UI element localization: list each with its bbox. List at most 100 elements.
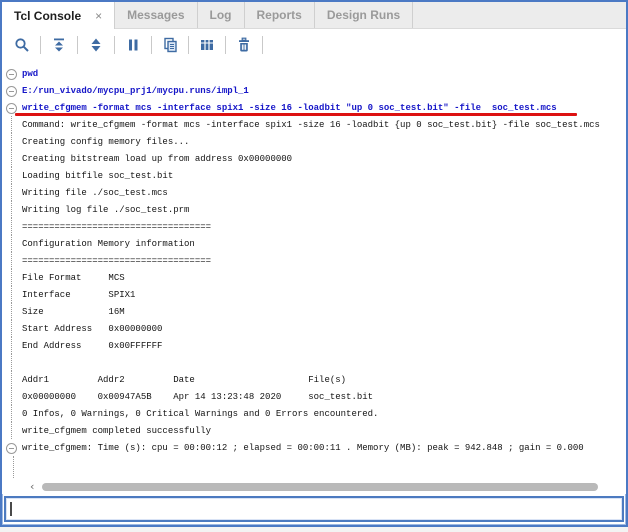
gutter-tree-line xyxy=(2,269,22,286)
console-line-text: Interface SPIX1 xyxy=(22,290,135,300)
toolbar-separator xyxy=(262,36,263,54)
gutter-tree-line xyxy=(2,133,22,150)
tab-tcl-console[interactable]: Tcl Console × xyxy=(2,2,115,29)
console-line: write_cfgmem: Time (s): cpu = 00:00:12 ;… xyxy=(2,439,626,456)
console-line: pwd xyxy=(2,65,626,82)
console-line xyxy=(2,354,626,371)
tab-bar: Tcl Console × Messages Log Reports Desig… xyxy=(2,2,626,29)
console-line-text: 0x00000000 0x00947A5B Apr 14 13:23:48 20… xyxy=(22,392,373,402)
gutter-tree-line xyxy=(2,201,22,218)
gutter-tree-line xyxy=(2,150,22,167)
console-toolbar xyxy=(2,29,626,60)
gutter-tree-line xyxy=(2,337,22,354)
collapse-toggle-icon[interactable] xyxy=(2,65,22,82)
queue-button[interactable] xyxy=(195,33,219,57)
trash-icon xyxy=(236,37,252,53)
console-line-text: 0 Infos, 0 Warnings, 0 Critical Warnings… xyxy=(22,409,378,419)
tcl-command-input-wrap xyxy=(4,496,624,522)
console-line-text: Configuration Memory information xyxy=(22,239,195,249)
tab-reports[interactable]: Reports xyxy=(245,2,315,28)
queue-table-icon xyxy=(199,37,215,53)
tab-label: Log xyxy=(210,8,232,22)
console-line: Creating config memory files... xyxy=(2,133,626,150)
console-output[interactable]: pwd E:/run_vivado/mycpu_prj1/mycpu.runs/i… xyxy=(2,60,626,494)
collapse-toggle-icon[interactable] xyxy=(2,439,22,456)
console-line: =================================== xyxy=(2,218,626,235)
scrollbar-thumb[interactable] xyxy=(42,483,598,491)
tab-messages[interactable]: Messages xyxy=(115,2,197,28)
toolbar-separator xyxy=(40,36,41,54)
search-button[interactable] xyxy=(10,33,34,57)
console-line-text: =================================== xyxy=(22,256,211,266)
toolbar-separator xyxy=(77,36,78,54)
console-line: E:/run_vivado/mycpu_prj1/mycpu.runs/impl… xyxy=(2,82,626,99)
console-line-text: Start Address 0x00000000 xyxy=(22,324,162,334)
close-icon[interactable]: × xyxy=(95,10,102,22)
expand-all-button[interactable] xyxy=(84,33,108,57)
gutter-tree-line xyxy=(2,116,22,133)
tab-log[interactable]: Log xyxy=(198,2,245,28)
pause-icon xyxy=(125,37,141,53)
tab-label: Messages xyxy=(127,8,184,22)
collapse-all-icon xyxy=(51,37,67,53)
tab-label: Reports xyxy=(257,8,302,22)
console-line: Writing file ./soc_test.mcs xyxy=(2,184,626,201)
tcl-command-input[interactable] xyxy=(12,498,622,520)
console-line: =================================== xyxy=(2,252,626,269)
toolbar-separator xyxy=(114,36,115,54)
console-line-text: End Address 0x00FFFFFF xyxy=(22,341,162,351)
gutter-tree-line xyxy=(2,371,22,388)
console-line-text: Addr1 Addr2 Date File(s) xyxy=(22,375,346,385)
console-line: Creating bitstream load up from address … xyxy=(2,150,626,167)
console-line: End Address 0x00FFFFFF xyxy=(2,337,626,354)
pause-button[interactable] xyxy=(121,33,145,57)
toolbar-separator xyxy=(188,36,189,54)
toolbar-separator xyxy=(225,36,226,54)
collapse-toggle-icon[interactable] xyxy=(2,82,22,99)
console-line-text: Creating bitstream load up from address … xyxy=(22,154,292,164)
red-underline-annotation xyxy=(15,113,577,116)
console-line-text: write_cfgmem -format mcs -interface spix… xyxy=(22,103,557,113)
search-icon xyxy=(14,37,30,53)
console-line: Writing log file ./soc_test.prm xyxy=(2,201,626,218)
copy-icon xyxy=(162,37,178,53)
expand-all-icon xyxy=(88,37,104,53)
console-line: Start Address 0x00000000 xyxy=(2,320,626,337)
gutter-tree-line xyxy=(2,184,22,201)
console-line: 0x00000000 0x00947A5B Apr 14 13:23:48 20… xyxy=(2,388,626,405)
console-line-text: write_cfgmem completed successfully xyxy=(22,426,211,436)
console-line: Command: write_cfgmem -format mcs -inter… xyxy=(2,116,626,133)
console-line-text: write_cfgmem: Time (s): cpu = 00:00:12 ;… xyxy=(22,443,584,453)
console-line-text: =================================== xyxy=(22,222,211,232)
gutter-tree-line xyxy=(2,303,22,320)
copy-button[interactable] xyxy=(158,33,182,57)
console-line-text: Command: write_cfgmem -format mcs -inter… xyxy=(22,120,600,130)
console-line: File Format MCS xyxy=(2,269,626,286)
gutter-tree-line xyxy=(2,320,22,337)
console-line-text: Writing log file ./soc_test.prm xyxy=(22,205,189,215)
tab-design-runs[interactable]: Design Runs xyxy=(315,2,413,28)
console-line: Interface SPIX1 xyxy=(2,286,626,303)
horizontal-scrollbar[interactable]: ‹ xyxy=(2,479,626,494)
console-line-text: Loading bitfile soc_test.bit xyxy=(22,171,173,181)
toolbar-separator xyxy=(151,36,152,54)
console-line: Loading bitfile soc_test.bit xyxy=(2,167,626,184)
console-lines: pwd E:/run_vivado/mycpu_prj1/mycpu.runs/i… xyxy=(2,60,626,456)
collapse-all-button[interactable] xyxy=(47,33,71,57)
gutter-tree-line xyxy=(2,405,22,422)
console-line: Size 16M xyxy=(2,303,626,320)
tabbar-filler xyxy=(413,2,626,28)
tab-label: Design Runs xyxy=(327,8,400,22)
scroll-left-arrow-icon[interactable]: ‹ xyxy=(30,481,34,492)
console-line: write_cfgmem completed successfully xyxy=(2,422,626,439)
tcl-console-window: Tcl Console × Messages Log Reports Desig… xyxy=(0,0,628,527)
clear-console-button[interactable] xyxy=(232,33,256,57)
console-line-text: pwd xyxy=(22,69,38,79)
console-line-text: Size 16M xyxy=(22,307,125,317)
gutter-tree-line xyxy=(2,167,22,184)
console-line-text: Creating config memory files... xyxy=(22,137,189,147)
gutter-tree-line xyxy=(2,388,22,405)
console-line-text: E:/run_vivado/mycpu_prj1/mycpu.runs/impl… xyxy=(22,86,249,96)
console-line: Configuration Memory information xyxy=(2,235,626,252)
console-line: 0 Infos, 0 Warnings, 0 Critical Warnings… xyxy=(2,405,626,422)
